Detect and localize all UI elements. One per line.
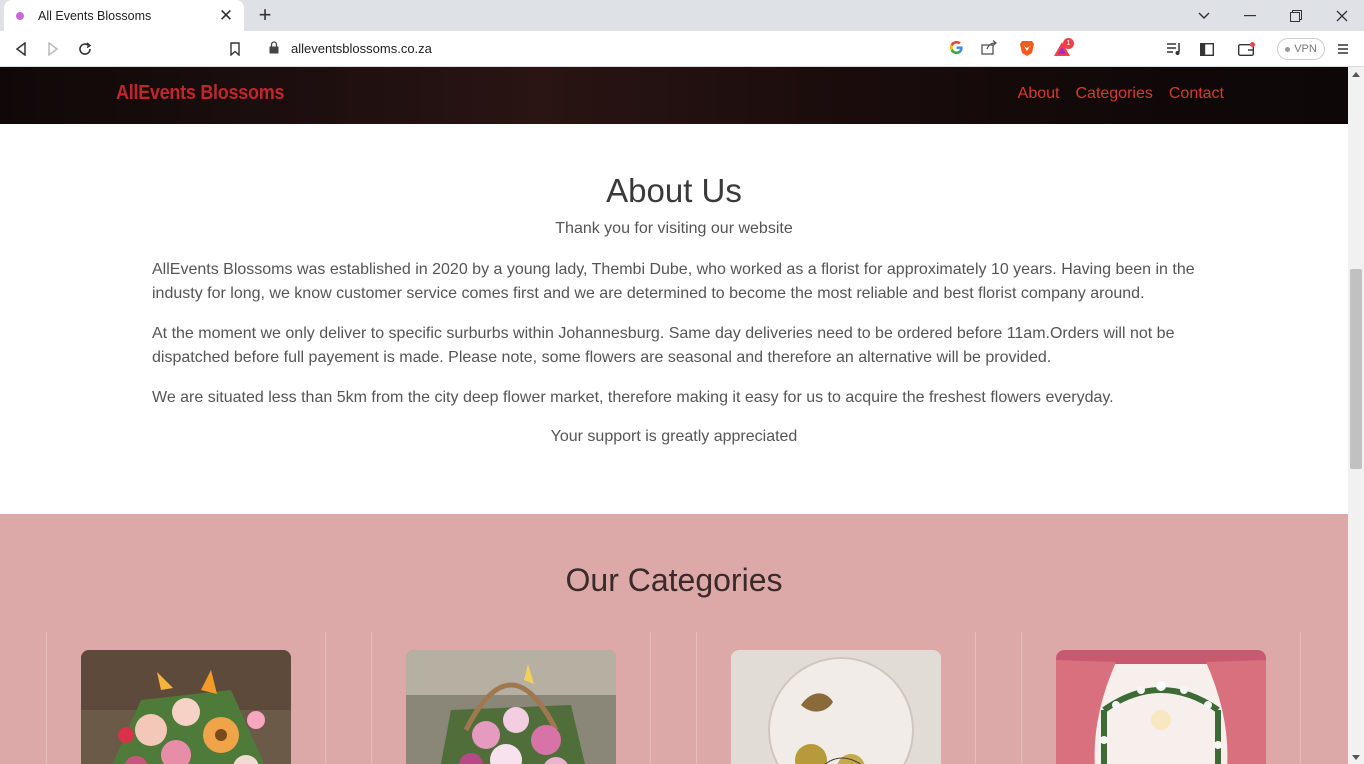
media-playlist-icon[interactable] xyxy=(1163,38,1185,60)
bookmark-icon[interactable] xyxy=(224,38,246,60)
minimize-window-icon[interactable] xyxy=(1227,0,1273,31)
new-tab-button[interactable]: + xyxy=(255,3,275,27)
birthday-balloon-image[interactable] xyxy=(731,650,941,764)
flower-basket-image[interactable] xyxy=(406,650,616,764)
browser-tab-bar: All Events Blossoms ✕ + xyxy=(0,0,1364,31)
restore-window-icon[interactable] xyxy=(1273,0,1319,31)
forward-arrow-icon[interactable] xyxy=(42,38,64,60)
scrollbar-thumb[interactable] xyxy=(1350,269,1362,469)
browser-toolbar: alleventsblossoms.co.za 1 VPN xyxy=(0,31,1364,67)
rewards-badge: 1 xyxy=(1063,38,1074,49)
about-section: About Us Thank you for visiting our webs… xyxy=(0,124,1348,514)
about-paragraph: AllEvents Blossoms was established in 20… xyxy=(152,261,1195,302)
category-card[interactable] xyxy=(46,632,326,764)
page-viewport: AllEvents Blossoms About Categories Cont… xyxy=(0,67,1348,764)
about-subtitle: Thank you for visiting our website xyxy=(555,220,793,237)
site-favicon-icon xyxy=(16,11,24,20)
about-title: About Us xyxy=(606,172,742,209)
nav-link-about[interactable]: About xyxy=(1018,85,1060,103)
page-scrollbar[interactable] xyxy=(1348,67,1364,764)
flower-bouquet-image[interactable] xyxy=(81,650,291,764)
about-paragraph: At the moment we only deliver to specifi… xyxy=(152,325,1175,366)
sidebar-toggle-icon[interactable] xyxy=(1196,38,1218,60)
site-brand-logo[interactable]: AllEvents Blossoms xyxy=(116,82,284,105)
scroll-up-arrow-icon[interactable] xyxy=(1352,72,1360,77)
address-bar[interactable]: alleventsblossoms.co.za 1 xyxy=(257,35,1082,63)
about-closing: Your support is greatly appreciated xyxy=(550,428,798,445)
tab-close-icon[interactable]: ✕ xyxy=(218,6,234,26)
vpn-label: VPN xyxy=(1294,43,1317,55)
category-card[interactable] xyxy=(371,632,651,764)
nav-links: About Categories Contact xyxy=(1018,85,1224,103)
categories-title: Our Categories xyxy=(565,562,783,598)
nav-link-contact[interactable]: Contact xyxy=(1169,85,1224,103)
google-icon[interactable] xyxy=(949,40,964,60)
site-navbar: AllEvents Blossoms About Categories Cont… xyxy=(0,67,1348,124)
browser-menu-icon[interactable] xyxy=(1332,38,1354,60)
category-card[interactable] xyxy=(1021,632,1301,764)
categories-section: Our Categories xyxy=(0,514,1348,764)
scroll-down-arrow-icon[interactable] xyxy=(1352,755,1360,760)
wallet-icon[interactable] xyxy=(1236,38,1258,60)
brave-shields-icon[interactable] xyxy=(1019,40,1035,62)
close-window-icon[interactable] xyxy=(1319,0,1364,31)
back-arrow-icon[interactable] xyxy=(10,38,32,60)
vpn-button[interactable]: VPN xyxy=(1277,38,1325,60)
brave-rewards-icon[interactable]: 1 xyxy=(1053,38,1075,58)
lock-icon xyxy=(269,41,283,57)
vpn-status-dot-icon xyxy=(1285,46,1291,52)
tab-title: All Events Blossoms xyxy=(38,8,152,23)
share-icon[interactable] xyxy=(981,40,998,60)
tab-search-chevron-icon[interactable] xyxy=(1181,0,1227,31)
category-card[interactable] xyxy=(696,632,976,764)
browser-tab[interactable]: All Events Blossoms ✕ xyxy=(4,0,244,31)
url-text: alleventsblossoms.co.za xyxy=(291,41,432,56)
reload-icon[interactable] xyxy=(74,38,96,60)
nav-link-categories[interactable]: Categories xyxy=(1075,85,1152,103)
event-decor-image[interactable] xyxy=(1056,650,1266,764)
about-paragraph: We are situated less than 5km from the c… xyxy=(152,389,1114,406)
